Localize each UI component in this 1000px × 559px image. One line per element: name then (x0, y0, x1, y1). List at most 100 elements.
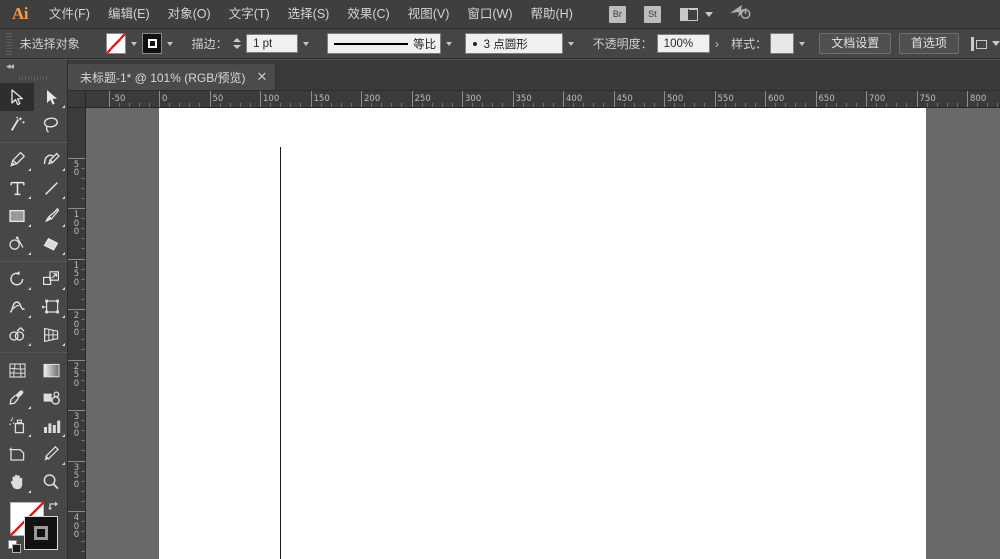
default-fill-stroke-icon[interactable] (8, 540, 22, 559)
close-icon[interactable]: ✕ (257, 70, 268, 83)
graphic-style-label: 样式： (731, 37, 768, 51)
menu-bar: Ai 文件(F) 编辑(E) 对象(O) 文字(T) 选择(S) 效果(C) 视… (0, 0, 1000, 29)
tool-flyout-indicator-icon (62, 196, 65, 199)
tool-flyout-indicator-icon (62, 105, 65, 108)
tool-flyout-indicator-icon (28, 287, 31, 290)
shape-builder-tool[interactable] (0, 321, 34, 349)
menu-help[interactable]: 帮助(H) (522, 0, 582, 29)
horizontal-ruler[interactable]: -50 0 50 100 150 200 250 300 350 400 450 500 550 600 6… (86, 91, 1000, 108)
stroke-weight-input[interactable]: 1 pt (246, 34, 298, 53)
document-tab[interactable]: 未标题-1* @ 101% (RGB/预览) ✕ (68, 64, 277, 90)
pen-tool[interactable] (0, 146, 34, 174)
tool-flyout-indicator-icon (28, 168, 31, 171)
artboard-tool[interactable] (0, 440, 34, 468)
menu-bar-right-controls: Br St (600, 3, 751, 25)
control-bar-grip[interactable] (6, 32, 12, 55)
lasso-tool[interactable] (34, 111, 68, 139)
selection-status-label: 未选择对象 (19, 37, 80, 51)
symbol-sprayer-tool[interactable] (0, 412, 34, 440)
tool-flyout-indicator-icon (28, 434, 31, 437)
menu-select[interactable]: 选择(S) (279, 0, 339, 29)
stroke-profile-select[interactable]: 等比 (327, 33, 442, 54)
mesh-tool[interactable] (0, 356, 34, 384)
menu-edit[interactable]: 编辑(E) (99, 0, 159, 29)
selection-tool[interactable] (0, 83, 34, 111)
stock-icon[interactable]: St (643, 5, 661, 23)
brush-preview-icon (472, 41, 477, 46)
scale-tool[interactable] (34, 265, 68, 293)
fill-stroke-indicator (0, 500, 68, 559)
zoom-tool[interactable] (34, 468, 68, 496)
free-transform-tool[interactable] (34, 293, 68, 321)
preferences-button[interactable]: 首选项 (898, 33, 959, 54)
tool-flyout-indicator-icon (62, 434, 65, 437)
direct-selection-tool[interactable] (34, 83, 68, 111)
tool-flyout-indicator-icon (28, 252, 31, 255)
stroke-weight-dropdown-icon[interactable] (298, 33, 314, 54)
chevron-down-icon[interactable] (704, 11, 713, 17)
vertical-line-path[interactable] (280, 147, 282, 559)
magic-wand-tool[interactable] (0, 111, 34, 139)
tool-flyout-indicator-icon (62, 224, 65, 227)
tool-divider (0, 261, 68, 262)
tool-divider (0, 142, 68, 143)
menu-effect[interactable]: 效果(C) (338, 0, 398, 29)
menu-type[interactable]: 文字(T) (220, 0, 279, 29)
illustrator-window: Ai 文件(F) 编辑(E) 对象(O) 文字(T) 选择(S) 效果(C) 视… (0, 0, 1000, 559)
align-to-icon[interactable] (970, 36, 988, 51)
ruler-origin-corner[interactable] (68, 91, 86, 108)
tool-flyout-indicator-icon (28, 315, 31, 318)
stroke-swatch-dropdown-icon[interactable] (162, 33, 178, 54)
opacity-options-icon[interactable]: › (710, 37, 723, 51)
stroke-color-swatch[interactable] (142, 33, 163, 54)
bridge-icon[interactable]: Br (608, 5, 626, 23)
menu-file[interactable]: 文件(F) (40, 0, 99, 29)
graphic-style-swatch[interactable] (770, 33, 794, 54)
brush-definition-select[interactable]: 3 点圆形 (464, 33, 564, 54)
brush-definition-label: 3 点圆形 (483, 38, 528, 51)
align-dropdown-icon[interactable] (992, 41, 1000, 46)
collapse-panel-icon[interactable]: ◂◂ (0, 60, 67, 73)
opacity-input[interactable]: 100% (656, 34, 711, 53)
app-logo-icon: Ai (12, 4, 29, 23)
slice-tool[interactable] (34, 440, 68, 468)
hand-tool[interactable] (0, 468, 34, 496)
canvas-area[interactable] (86, 108, 1000, 559)
vertical-ruler[interactable]: 50100150200250300350400450500 (68, 108, 86, 559)
tool-flyout-indicator-icon (62, 462, 65, 465)
perspective-grid-tool[interactable] (34, 321, 68, 349)
arrange-documents-icon[interactable] (679, 7, 698, 21)
type-tool[interactable] (0, 174, 34, 202)
document-tab-bar: 未标题-1* @ 101% (RGB/预览) ✕ (68, 60, 1000, 91)
blend-tool[interactable] (34, 384, 68, 412)
curvature-tool[interactable] (34, 146, 68, 174)
stroke-color-indicator[interactable] (24, 516, 58, 550)
swap-fill-stroke-icon[interactable] (47, 500, 61, 519)
artboard[interactable] (159, 108, 926, 559)
graphic-style-dropdown-icon[interactable] (794, 33, 810, 54)
fill-color-swatch[interactable] (106, 33, 127, 54)
control-bar: 未选择对象 描边： 1 pt 等比 3 点圆形 不透明度： 100% › 样式： (0, 29, 1000, 59)
stroke-profile-dropdown-icon[interactable] (441, 33, 457, 54)
shaper-tool[interactable] (0, 230, 34, 258)
rectangle-tool[interactable] (0, 202, 34, 230)
menu-window[interactable]: 窗口(W) (458, 0, 521, 29)
line-segment-tool[interactable] (34, 174, 68, 202)
width-tool[interactable] (0, 293, 34, 321)
menu-view[interactable]: 视图(V) (399, 0, 459, 29)
eyedropper-tool[interactable] (0, 384, 34, 412)
power-icon[interactable] (729, 3, 751, 25)
rotate-tool[interactable] (0, 265, 34, 293)
menu-object[interactable]: 对象(O) (159, 0, 220, 29)
fill-swatch-dropdown-icon[interactable] (126, 33, 142, 54)
gradient-tool[interactable] (34, 356, 68, 384)
tool-flyout-indicator-icon (28, 343, 31, 346)
paintbrush-tool[interactable] (34, 202, 68, 230)
brush-definition-dropdown-icon[interactable] (563, 33, 579, 54)
tools-panel-grip[interactable] (0, 73, 67, 83)
column-graph-tool[interactable] (34, 412, 68, 440)
tool-flyout-indicator-icon (62, 315, 65, 318)
document-setup-button[interactable]: 文档设置 (819, 33, 892, 54)
stroke-weight-stepper[interactable] (232, 35, 242, 53)
eraser-tool[interactable] (34, 230, 68, 258)
